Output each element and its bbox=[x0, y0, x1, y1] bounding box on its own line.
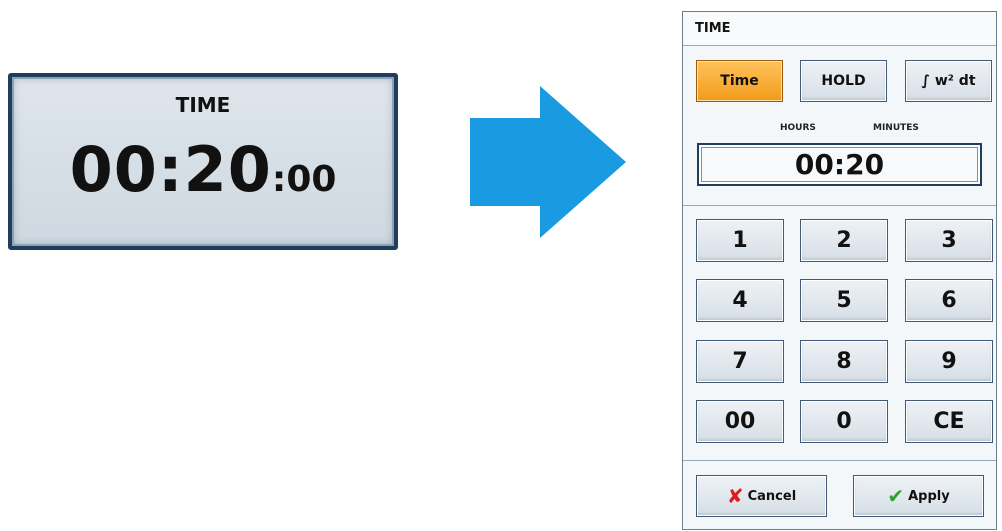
key-5[interactable]: 5 bbox=[800, 279, 888, 322]
key-4[interactable]: 4 bbox=[696, 279, 784, 322]
key-7[interactable]: 7 bbox=[696, 340, 784, 383]
x-icon: ✘ bbox=[726, 484, 744, 508]
key-3[interactable]: 3 bbox=[905, 219, 993, 262]
check-icon: ✔ bbox=[887, 484, 905, 508]
apply-label: Apply bbox=[908, 488, 950, 504]
key-6[interactable]: 6 bbox=[905, 279, 993, 322]
tile-title: TIME bbox=[175, 93, 231, 117]
minutes-label: MINUTES bbox=[873, 123, 919, 133]
key-2[interactable]: 2 bbox=[800, 219, 888, 262]
cancel-button[interactable]: ✘ Cancel bbox=[696, 475, 827, 517]
key-9[interactable]: 9 bbox=[905, 340, 993, 383]
time-display: 00:20 bbox=[697, 143, 982, 186]
key-00[interactable]: 00 bbox=[696, 400, 784, 443]
dialog-title: TIME bbox=[695, 21, 731, 36]
arrow-right-icon bbox=[470, 86, 626, 238]
tile-time-hours-minutes: 00:20 bbox=[69, 133, 272, 206]
mode-hold-button[interactable]: HOLD bbox=[800, 60, 887, 102]
key-0[interactable]: 0 bbox=[800, 400, 888, 443]
tile-time-seconds: :00 bbox=[271, 159, 337, 200]
hours-label: HOURS bbox=[780, 123, 816, 133]
key-1[interactable]: 1 bbox=[696, 219, 784, 262]
mode-time-button[interactable]: Time bbox=[696, 60, 783, 102]
key-ce[interactable]: CE bbox=[905, 400, 993, 443]
time-tile[interactable]: TIME 00:20:00 bbox=[8, 73, 398, 250]
key-8[interactable]: 8 bbox=[800, 340, 888, 383]
tile-time-value: 00:20:00 bbox=[12, 133, 394, 206]
mode-integral-button[interactable]: ∫ w² dt bbox=[905, 60, 992, 102]
apply-button[interactable]: ✔ Apply bbox=[853, 475, 984, 517]
time-dialog: TIME Time HOLD ∫ w² dt HOURS MINUTES 00:… bbox=[682, 11, 997, 530]
dialog-header: TIME bbox=[683, 12, 996, 46]
divider bbox=[683, 460, 996, 461]
divider bbox=[683, 205, 996, 206]
cancel-label: Cancel bbox=[747, 488, 797, 504]
